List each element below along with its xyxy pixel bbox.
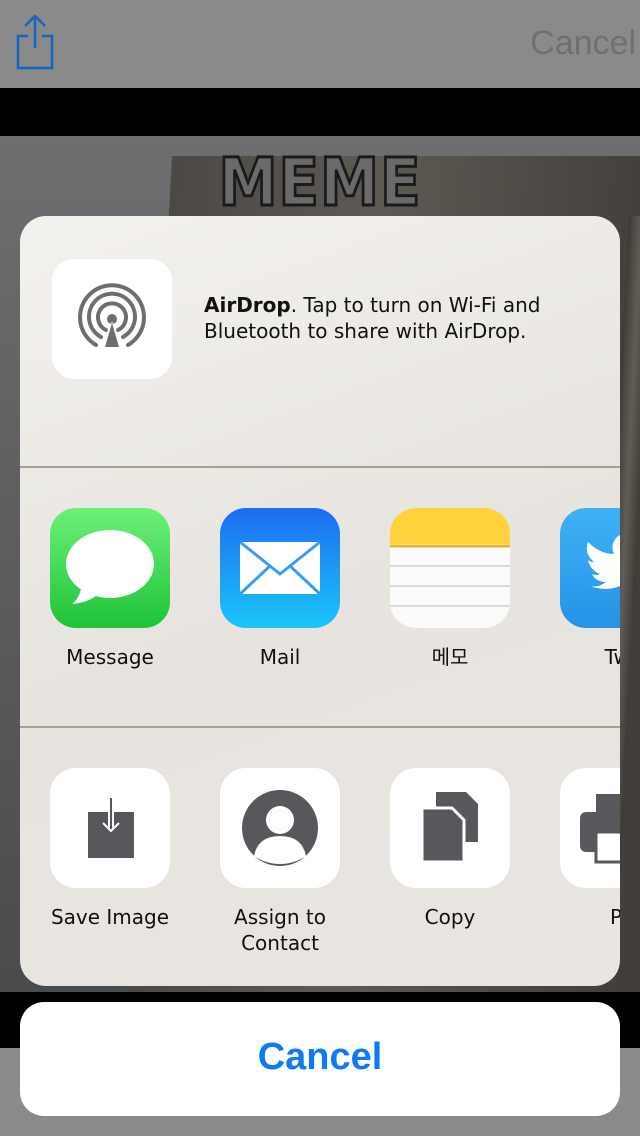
image-top-band	[0, 88, 640, 136]
action-label-print: Pr	[610, 905, 620, 929]
apps-row: Message Mail 메모 T	[20, 468, 620, 726]
sheet-cancel-button[interactable]: Cancel	[20, 1002, 620, 1116]
airdrop-icon	[78, 283, 146, 351]
share-sheet: AirDrop. Tap to turn on Wi-Fi and Blueto…	[20, 216, 620, 986]
app-label-mail: Mail	[259, 645, 301, 669]
share-icon[interactable]	[14, 14, 56, 70]
copy-icon	[390, 768, 510, 888]
action-label-save-image: Save Image	[50, 905, 170, 929]
actions-row: Save Image Assign to Contact Copy P	[20, 728, 620, 986]
airdrop-title: AirDrop	[204, 293, 291, 317]
meme-caption: MEME	[217, 143, 422, 223]
notes-icon	[390, 508, 510, 628]
app-label-message: Message	[66, 645, 154, 669]
nav-cancel-button[interactable]: Cancel	[530, 24, 636, 63]
app-label-notes: 메모	[431, 645, 469, 669]
action-label-copy: Copy	[424, 905, 476, 929]
airdrop-section[interactable]: AirDrop. Tap to turn on Wi-Fi and Blueto…	[20, 216, 620, 466]
twitter-icon	[560, 508, 620, 628]
airdrop-tile[interactable]	[52, 259, 172, 379]
action-label-assign-contact: Assign to Contact	[234, 905, 326, 955]
airdrop-description: AirDrop. Tap to turn on Wi-Fi and Blueto…	[204, 292, 584, 344]
nav-bar: Cancel	[0, 0, 640, 88]
save-image-icon	[50, 768, 170, 888]
sheet-cancel-label: Cancel	[257, 1036, 383, 1078]
app-label-twitter: Twi	[604, 645, 620, 669]
assign-contact-icon	[220, 768, 340, 888]
messages-icon	[50, 508, 170, 628]
mail-icon	[220, 508, 340, 628]
print-icon	[560, 768, 620, 888]
